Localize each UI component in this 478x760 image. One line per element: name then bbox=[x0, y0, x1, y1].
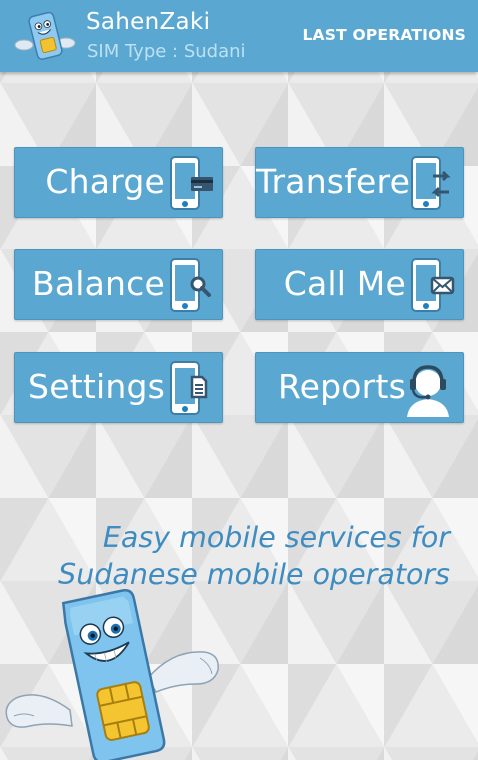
sim-mascot-icon bbox=[14, 11, 76, 60]
balance-button[interactable]: Balance bbox=[14, 249, 223, 320]
call-me-button[interactable]: Call Me bbox=[255, 249, 464, 320]
phone-card-icon bbox=[170, 156, 213, 210]
tagline: Easy mobile services for Sudanese mobile… bbox=[30, 519, 450, 593]
app-title: SahenZaki bbox=[86, 9, 211, 35]
phone-search-icon bbox=[170, 258, 211, 312]
transfere-label: Transfere bbox=[256, 162, 411, 201]
call-me-label: Call Me bbox=[283, 264, 406, 303]
sim-card-mascot-illustration bbox=[5, 589, 219, 760]
phone-document-icon bbox=[170, 361, 208, 415]
transfere-button[interactable]: Transfere bbox=[255, 147, 464, 218]
phone-mail-icon bbox=[411, 258, 455, 312]
app-bar: SahenZaki SIM Type : Sudani LAST OPERATI… bbox=[0, 0, 478, 72]
last-operations-button[interactable]: LAST OPERATIONS bbox=[302, 26, 466, 44]
charge-button[interactable]: Charge bbox=[14, 147, 223, 218]
support-agent-icon bbox=[407, 365, 449, 417]
charge-label: Charge bbox=[45, 162, 165, 201]
reports-button[interactable]: Reports bbox=[255, 352, 464, 423]
phone-transfer-icon bbox=[411, 156, 451, 210]
tagline-line-1: Easy mobile services for bbox=[102, 521, 450, 554]
settings-label: Settings bbox=[28, 367, 165, 406]
balance-label: Balance bbox=[31, 264, 165, 303]
sim-type-subtitle: SIM Type : Sudani bbox=[87, 41, 246, 62]
settings-button[interactable]: Settings bbox=[14, 352, 223, 423]
reports-label: Reports bbox=[278, 367, 406, 406]
